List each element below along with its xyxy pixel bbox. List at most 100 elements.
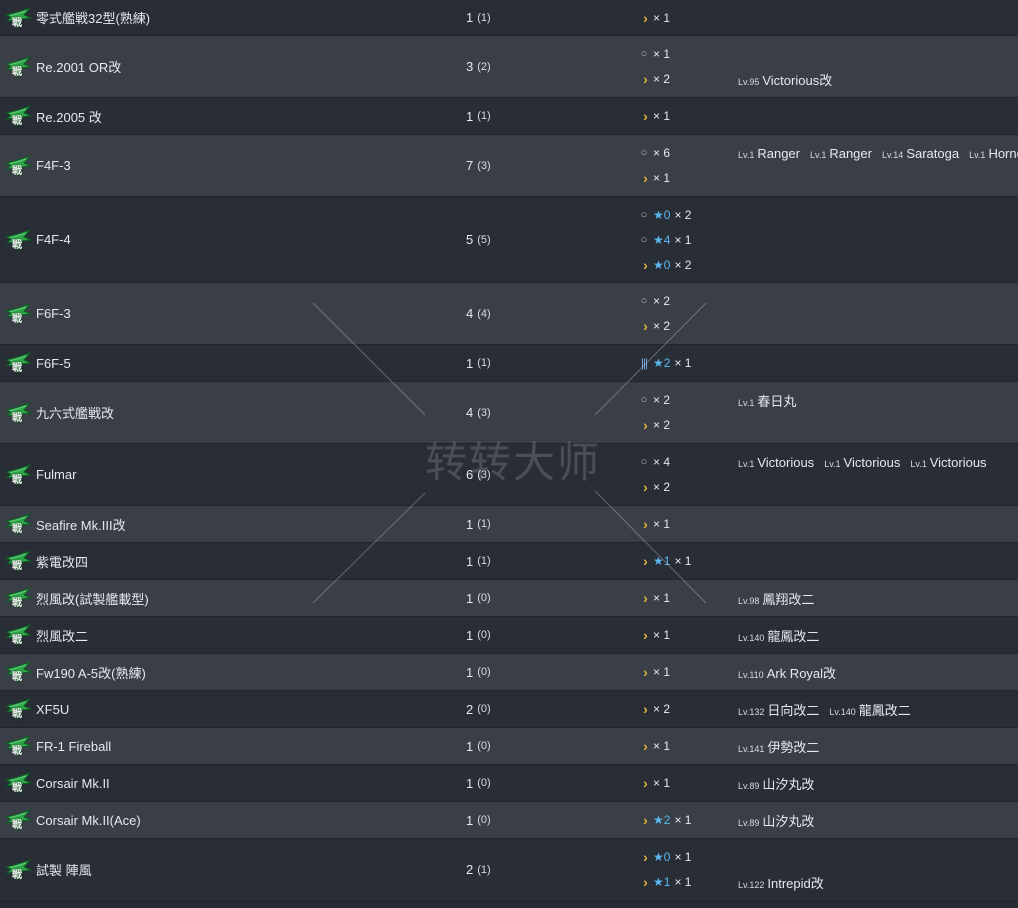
table-row[interactable]: 戦 F4F-3 7 (3) ○ × 6 › × 1 Lv.1 Ranger Lv.1 Ranger Lv… [0,135,1018,197]
equipment-name[interactable]: F6F-5 [36,345,466,381]
proficiency-count: × 2 [653,418,671,432]
ship-tag[interactable]: Lv.110 Ark Royal改 [738,663,836,682]
ship-tag[interactable]: Lv.95 Victorious改 [738,70,832,89]
proficiency-chevron-icon: › [643,627,648,643]
proficiency-count: × 2 [653,319,671,333]
table-row[interactable]: 戦 Re.2005 改 1 (1) › × 1 [0,98,1018,135]
proficiency-list: › × 2 [638,691,738,727]
ship-line: Lv.110 Ark Royal改 [738,663,1018,682]
table-row[interactable]: 戦 F6F-5 1 (1) ||| ★2 × 1 [0,345,1018,382]
proficiency-line: › × 2 [638,71,738,87]
proficiency-none-icon: ○ [640,456,648,468]
ship-level: Lv.89 [738,780,760,791]
table-row[interactable]: 戦 零式艦戦32型(熟練) 1 (1) › × 1 [0,0,1018,36]
unequipped-count: (0) [477,592,491,604]
ship-tag[interactable]: Lv.141 伊勢改二 [738,737,819,756]
fighter-plane-icon: 戦 [4,55,32,79]
ship-tag[interactable]: Lv.122 Intrepid改 [738,873,824,892]
equipment-name[interactable]: Fulmar [36,444,466,505]
ship-tag[interactable]: Lv.1Hornet [969,146,1018,161]
proficiency-line: › × 1 [638,590,738,606]
equipment-name[interactable]: 試製 陣風 [36,839,466,900]
fighter-plane-icon: 戦 [4,586,32,610]
equipment-name[interactable]: F6F-3 [36,283,466,344]
ship-line: Lv.1 Ranger Lv.1 Ranger Lv.14 Saratoga Lv.1 Hor… [738,145,1018,161]
ship-tag[interactable]: Lv.1 Ranger [738,146,800,161]
ship-tag[interactable]: Lv.1 Victorious [910,455,986,470]
table-row[interactable]: 戦 烈風改(試製艦載型) 1 (0) › × 1 Lv.98 鳳翔改二 [0,580,1018,617]
total-count: 2 [466,701,474,717]
table-row[interactable]: 戦 Re.2001 OR改 3 (2) ○ × 1 › × 2 Lv.95 Victorious改 [0,36,1018,98]
proficiency-line: › × 1 [638,108,738,124]
equipment-name[interactable]: Re.2001 OR改 [36,36,466,97]
fighter-plane-icon: 戦 [4,104,32,128]
table-row[interactable]: 戦 試製 陣風 2 (1) › ★0 × 1 › ★1 × 1 Lv.122 Intrepid改 [0,839,1018,901]
table-row[interactable]: 戦 Seafire Mk.III改 1 (1) › × 1 [0,506,1018,543]
equipment-name[interactable]: Corsair Mk.II [36,765,466,801]
ship-line [738,417,1018,433]
total-count: 1 [466,627,474,643]
table-row[interactable]: 戦九六式艦戦改 4 (3) ○ × 2 › × 2 Lv.1 春日丸 [0,382,1018,444]
fighter-type-label: 戦 [12,746,22,757]
equipment-name[interactable]: Corsair Mk.II(Ace) [36,802,466,838]
proficiency-list: › ★1 × 1 [638,543,738,579]
table-row[interactable]: 戦 FR-1 Fireball 1 (0) › × 1 Lv.141 伊勢改二 [0,728,1018,765]
table-row[interactable]: 戦 Fulmar 6 (3) ○ × 4 › × 2 Lv.1 Victorious Lv.1 Vic… [0,444,1018,506]
ship-tag[interactable]: Lv.14 Saratoga [882,146,959,161]
proficiency-line: ○ ★4 × 1 [638,232,738,248]
equipment-name[interactable]: F4F-4 [36,197,466,282]
total-count: 1 [466,516,474,532]
equipment-name[interactable]: 九六式艦戦改 [36,382,466,443]
equipped-ships: Lv.98 鳳翔改二 [738,580,1018,616]
equipment-name[interactable]: 烈風改二 [36,617,466,653]
proficiency-none-icon: ○ [640,233,648,246]
proficiency-list: ||| ★2 × 1 [638,345,738,381]
ship-level: Lv.140 [829,706,856,717]
table-row[interactable]: 戦 烈風改二 1 (0) › × 1 Lv.140 龍鳳改二 [0,617,1018,654]
ship-line: Lv.140 龍鳳改二 [738,626,1018,645]
total-count: 1 [466,590,474,606]
ship-tag[interactable]: Lv.1 Victorious [738,455,814,470]
unequipped-count: (0) [477,666,491,678]
proficiency-line: › ★1 × 1 [638,553,738,569]
ship-tag[interactable]: Lv.140 龍鳳改二 [738,626,819,645]
table-row[interactable]: 戦 紫電改四 1 (1) › ★1 × 1 [0,543,1018,580]
fighter-type-label: 戦 [12,672,22,683]
proficiency-line: › × 1 [638,10,738,26]
ship-tag[interactable]: Lv.1 春日丸 [738,391,796,410]
equipment-name[interactable]: Re.2005 改 [36,98,466,134]
table-row[interactable]: 戦 Fw190 A-5改(熟練) 1 (0) › × 1 Lv.110 Ark Royal改 [0,654,1018,691]
row-icon-cell: 戦 [0,283,36,344]
proficiency-chevron-icon: › [643,9,648,26]
proficiency-count: × 4 [653,455,671,469]
equipment-name[interactable]: Seafire Mk.III改 [36,506,466,542]
ship-tag[interactable]: Lv.1 Victorious [824,455,900,470]
equipment-name[interactable]: Fw190 A-5改(熟練) [36,654,466,690]
equipment-name[interactable]: F4F-3 [36,135,466,196]
equipment-name[interactable]: 零式艦戦32型(熟練) [36,0,466,35]
equipment-name[interactable]: FR-1 Fireball [36,728,466,764]
ship-level: Lv.140 [738,632,765,643]
ship-tag[interactable]: Lv.1 Ranger [810,146,872,161]
equipment-name[interactable]: XF5U [36,691,466,727]
unequipped-count: (1) [477,555,491,567]
table-row[interactable]: 戦 Corsair Mk.II(Ace) 1 (0) › ★2 × 1 Lv.89 山汐丸改 [0,802,1018,839]
table-row[interactable]: 戦 Corsair Mk.II 1 (0) › × 1 Lv.89 山汐丸改 [0,765,1018,802]
equipped-ships: Lv.132 日向改二 Lv.140 龍鳳改二 [738,691,1018,727]
ship-name: Victorious [929,454,987,470]
row-icon-cell: 戦 [0,691,36,727]
proficiency-count: × 1 [674,356,692,370]
table-row[interactable]: 戦 F6F-3 4 (4) ○ × 2 › × 2 [0,283,1018,345]
ship-tag[interactable]: Lv.89 山汐丸改 [738,811,814,830]
proficiency-chevron-icon: › [643,590,648,606]
ship-tag[interactable]: Lv.98 鳳翔改二 [738,589,814,608]
ship-tag[interactable]: Lv.132 日向改二 [738,700,819,719]
total-count: 1 [466,10,474,25]
ship-tag[interactable]: Lv.140 龍鳳改二 [829,700,910,719]
ship-tag[interactable]: Lv.89 山汐丸改 [738,774,814,793]
equipment-name[interactable]: 烈風改(試製艦載型) [36,580,466,616]
proficiency-chevron-icon: › [643,71,648,87]
equipment-name[interactable]: 紫電改四 [36,543,466,579]
table-row[interactable]: 戦 XF5U 2 (0) › × 2 Lv.132 日向改二 Lv.140 龍鳳改二 [0,691,1018,728]
table-row[interactable]: 戦 F4F-4 5 (5) ○ ★0 × 2 ○ ★4 × 1 › ★0 × 2 [0,197,1018,283]
